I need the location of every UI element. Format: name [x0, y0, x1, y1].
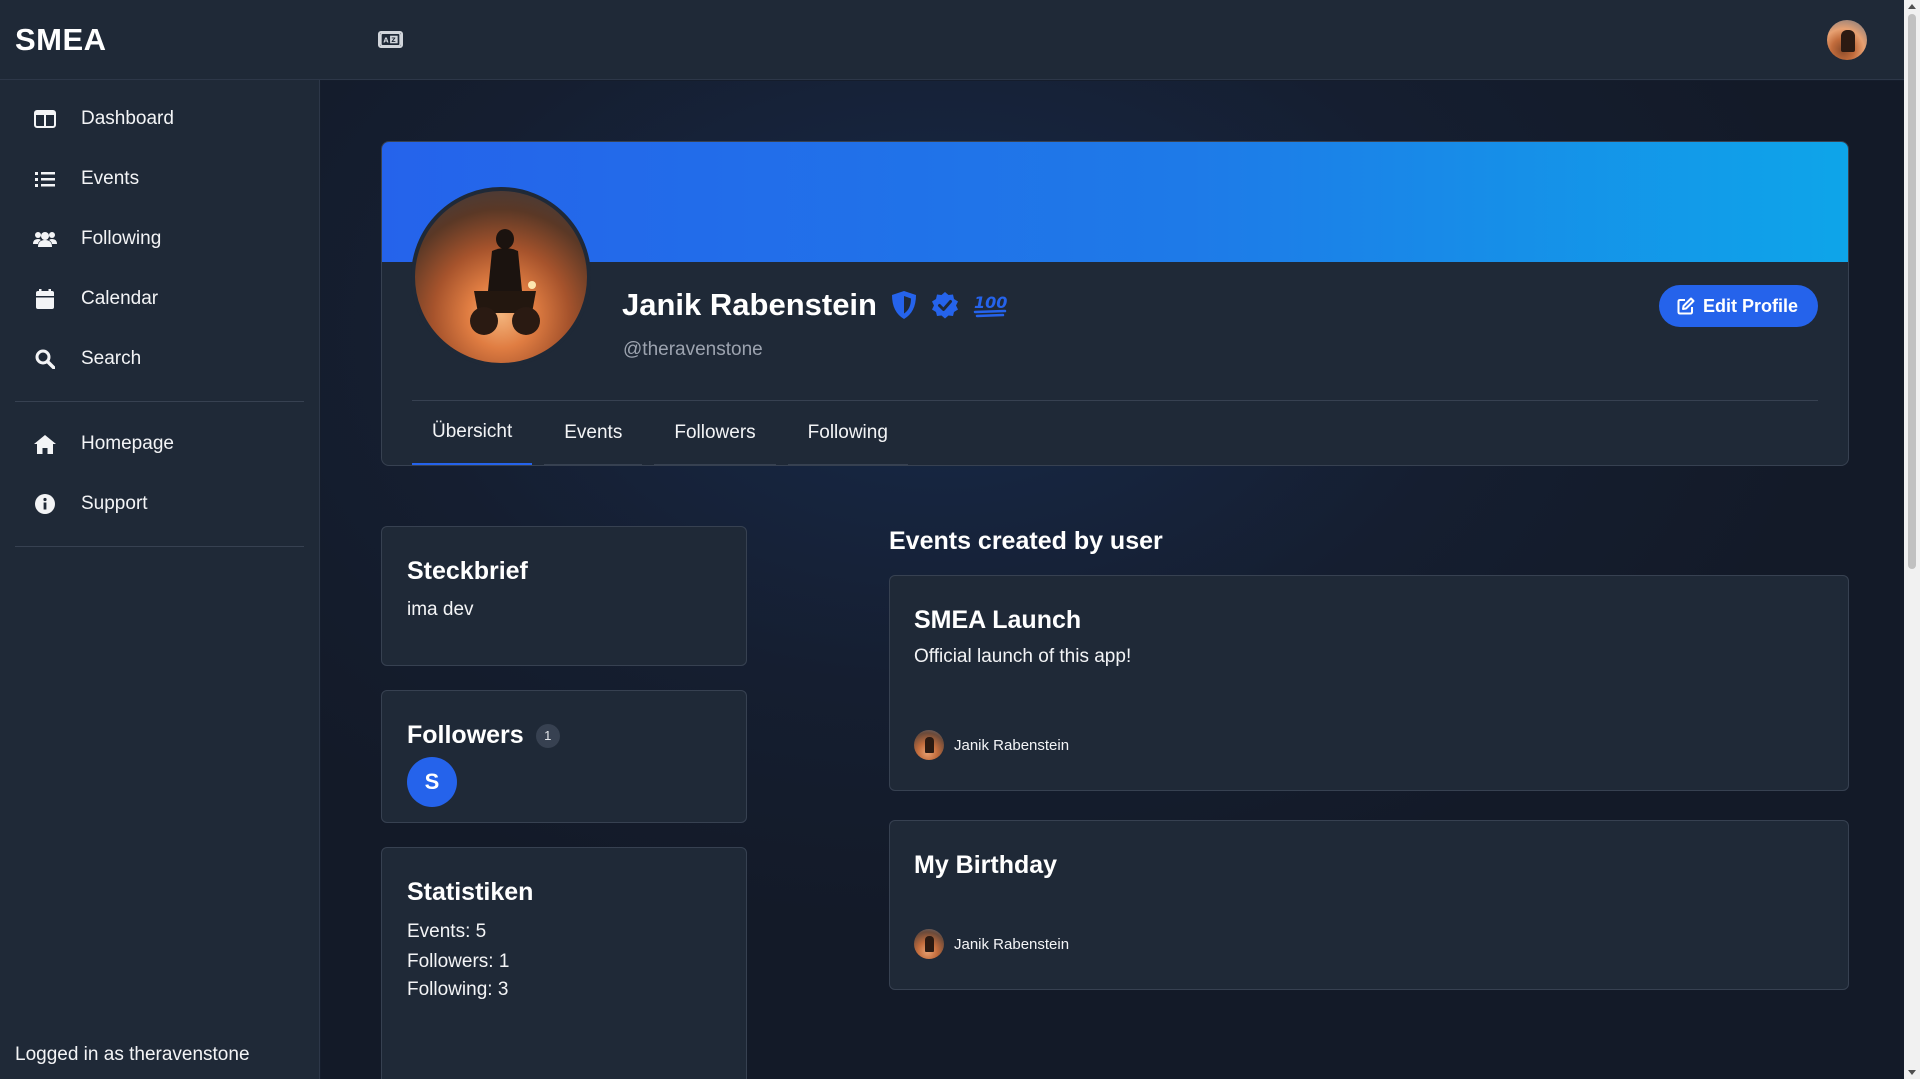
sidebar-item-label: Support — [81, 493, 148, 514]
motorcycle-rider-image — [470, 229, 540, 335]
home-icon — [33, 432, 57, 456]
stat-following: Following: 3 — [407, 979, 509, 1000]
edit-profile-label: Edit Profile — [1702, 295, 1798, 316]
user-avatar[interactable] — [1827, 20, 1867, 60]
steckbrief-text: ima dev — [407, 599, 474, 620]
author-name: Janik Rabenstein — [954, 935, 1070, 953]
sidebar-item-following[interactable]: Following — [0, 209, 319, 269]
edit-icon — [1677, 297, 1695, 315]
tab-followers[interactable]: Followers — [654, 401, 776, 465]
sidebar-item-dashboard[interactable]: Dashboard — [0, 89, 319, 149]
edit-profile-button[interactable]: Edit Profile — [1658, 285, 1818, 327]
followers-count-badge: 1 — [535, 723, 560, 748]
sidebar-item-search[interactable]: Search — [0, 329, 319, 389]
profile-tabs: Übersicht Events Followers Following — [412, 401, 920, 465]
sidebar: Dashboard Events Following Calendar Sear… — [0, 80, 320, 1079]
logged-in-status: Logged in as theravenstone — [15, 1044, 250, 1065]
followers-card: Followers 1 S — [381, 690, 747, 823]
verified-icon — [931, 291, 959, 319]
event-author: Janik Rabenstein — [914, 929, 1069, 959]
svg-text:A: A — [383, 36, 389, 44]
sidebar-item-label: Search — [81, 348, 142, 369]
author-avatar — [914, 730, 944, 760]
statistiken-title: Statistiken — [407, 878, 534, 906]
svg-text:100: 100 — [974, 293, 1007, 312]
author-name: Janik Rabenstein — [954, 736, 1070, 754]
tab-events[interactable]: Events — [544, 401, 643, 465]
users-icon — [33, 227, 57, 251]
scroll-up-arrow[interactable] — [1908, 4, 1916, 9]
scroll-down-arrow[interactable] — [1908, 1070, 1916, 1075]
brand-logo[interactable]: SMEA — [15, 22, 107, 58]
sidebar-item-label: Dashboard — [81, 108, 174, 129]
sidebar-item-label: Following — [81, 228, 162, 249]
sidebar-item-calendar[interactable]: Calendar — [0, 269, 319, 329]
search-icon — [33, 347, 57, 371]
event-card[interactable]: My Birthday Janik Rabenstein — [889, 820, 1849, 990]
tab-following[interactable]: Following — [787, 401, 908, 465]
scrollbar-thumb[interactable] — [1908, 14, 1916, 569]
author-avatar — [914, 929, 944, 959]
sidebar-item-homepage[interactable]: Homepage — [0, 414, 319, 474]
follower-avatar[interactable]: S — [407, 757, 457, 807]
main-content: Janik Rabenstein 100 @theravenstone Edit… — [321, 81, 1904, 1079]
hundred-points-icon: 100 — [973, 291, 1007, 319]
shield-icon — [891, 290, 917, 320]
dashboard-icon — [33, 107, 57, 131]
language-icon[interactable]: A Z — [378, 31, 403, 48]
profile-avatar — [411, 187, 591, 367]
event-title: SMEA Launch — [914, 606, 1082, 634]
sidebar-divider — [15, 546, 304, 547]
followers-title: Followers — [407, 721, 524, 749]
profile-banner — [382, 142, 1848, 262]
stat-followers: Followers: 1 — [407, 951, 510, 972]
followers-header: Followers 1 — [407, 721, 560, 750]
sidebar-divider — [15, 401, 304, 402]
stat-events: Events: 5 — [407, 921, 487, 942]
profile-header-card: Janik Rabenstein 100 @theravenstone Edit… — [381, 141, 1849, 466]
sidebar-item-label: Homepage — [81, 433, 174, 454]
sidebar-item-label: Calendar — [81, 288, 159, 309]
statistiken-card: Statistiken Events: 5 Followers: 1 Follo… — [381, 847, 747, 1079]
event-description: Official launch of this app! — [914, 646, 1132, 667]
events-section-title: Events created by user — [889, 527, 1163, 555]
event-card[interactable]: SMEA Launch Official launch of this app!… — [889, 575, 1849, 791]
sidebar-item-label: Events — [81, 168, 140, 189]
list-icon — [33, 167, 57, 191]
calendar-icon — [33, 287, 57, 311]
profile-handle: @theravenstone — [623, 339, 763, 360]
tab-uebersicht[interactable]: Übersicht — [412, 401, 533, 465]
top-bar: SMEA A Z — [0, 0, 1904, 80]
event-author: Janik Rabenstein — [914, 730, 1069, 760]
profile-name: Janik Rabenstein — [622, 287, 877, 322]
sidebar-item-support[interactable]: Support — [0, 474, 319, 534]
profile-name-row: Janik Rabenstein 100 — [622, 287, 1021, 323]
page-scrollbar[interactable] — [1904, 0, 1920, 1079]
event-title: My Birthday — [914, 851, 1058, 879]
steckbrief-card: Steckbrief ima dev — [381, 526, 747, 666]
sidebar-item-events[interactable]: Events — [0, 149, 319, 209]
info-icon — [33, 492, 57, 516]
steckbrief-title: Steckbrief — [407, 557, 528, 585]
svg-text:Z: Z — [391, 38, 395, 44]
